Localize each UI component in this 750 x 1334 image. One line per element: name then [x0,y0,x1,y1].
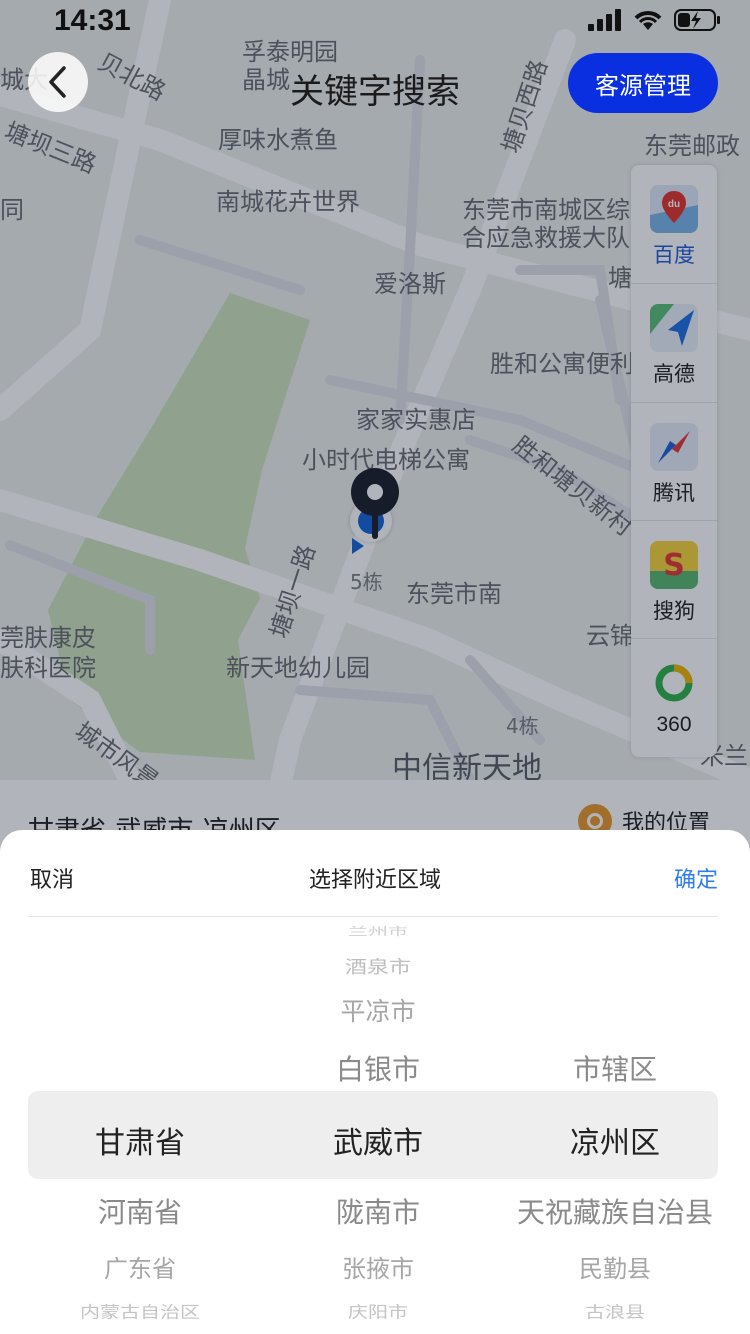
source-management-button[interactable]: 客源管理 [568,53,718,113]
district-option[interactable]: 市辖区 [490,1048,740,1088]
district-option-selected[interactable]: 凉州区 [490,1118,740,1162]
district-option[interactable]: 天祝藏族自治县 [490,1191,740,1231]
city-option[interactable]: 酒泉市 [253,953,503,979]
status-icons [588,8,722,32]
city-option[interactable]: 平凉市 [253,992,503,1028]
province-option-selected[interactable]: 甘肃省 [15,1118,265,1162]
city-option[interactable]: 白银市 [253,1048,503,1088]
status-bar: 14:31 [0,0,750,40]
district-option[interactable]: 民勤县 [490,1249,740,1284]
region-picker-sheet: 取消 选择附近区域 确定 甘肃省 河南省 广东省 内蒙古自治区 兰州市 酒泉市 … [0,830,750,1334]
city-option-selected[interactable]: 武威市 [253,1118,503,1162]
city-wheel[interactable]: 兰州市 酒泉市 平凉市 白银市 武威市 陇南市 张掖市 庆阳市 [253,830,503,1334]
battery-charging-icon [674,9,720,31]
status-time: 14:31 [54,4,131,37]
province-wheel[interactable]: 甘肃省 河南省 广东省 内蒙古自治区 [15,830,265,1334]
city-option[interactable]: 陇南市 [253,1191,503,1231]
province-option[interactable]: 广东省 [15,1249,265,1284]
city-option[interactable]: 庆阳市 [253,1299,503,1322]
district-wheel[interactable]: 市辖区 凉州区 天祝藏族自治县 民勤县 古浪县 [490,830,740,1334]
city-option[interactable]: 张掖市 [253,1249,503,1284]
signal-icon [588,9,621,31]
district-option[interactable]: 古浪县 [490,1299,740,1322]
province-option[interactable]: 河南省 [15,1191,265,1231]
city-option[interactable]: 兰州市 [253,923,503,939]
province-option[interactable]: 内蒙古自治区 [15,1299,265,1322]
wifi-icon [634,11,662,30]
